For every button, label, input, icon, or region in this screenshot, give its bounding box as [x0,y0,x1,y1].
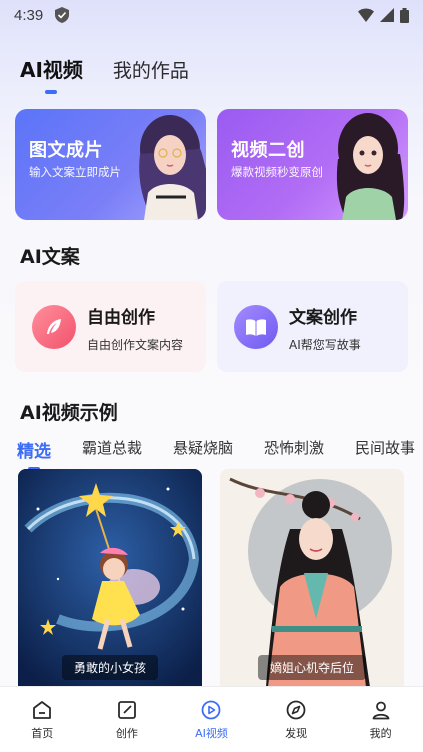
user-icon [372,701,390,720]
feather-icon [32,305,76,349]
girl-portrait-illustration [139,115,206,220]
category-tab-horror[interactable]: 恐怖刺激 [264,437,324,462]
girl-portrait-illustration [336,113,405,220]
tab-label: AI视频 [20,58,83,82]
tab-indicator [45,90,58,94]
example-caption: 嫡姐心机夺后位 [257,655,367,680]
bottom-nav: 首页 创作 AI视频 发现 我的 [0,686,423,752]
status-bar: 4:39 [0,0,423,30]
signal-icon [380,8,394,22]
tab-label: 我的作品 [112,60,189,82]
nav-label: 首页 [31,727,54,740]
category-tab-ceo[interactable]: 霸道总裁 [82,437,142,462]
section-title-ai-copy: AI文案 [20,246,80,268]
example-card-scheming-sister[interactable]: 嫡姐心机夺后位 [220,469,404,687]
shield-icon [55,7,70,23]
nav-discover[interactable]: 发现 [254,687,339,752]
category-label: 悬疑烧脑 [173,439,234,457]
copy-card-copy-creation[interactable]: 文案创作 AI帮您写故事 [217,281,408,372]
example-card-brave-girl[interactable]: 勇敢的小女孩 [18,469,202,687]
edit-icon [117,701,136,719]
copy-card-title: 文案创作 [289,308,357,328]
nav-label: 发现 [285,727,308,740]
category-tab-featured[interactable]: 精选 [17,437,51,471]
hero-title: 图文成片 [29,140,103,161]
nav-label: AI视频 [195,727,228,740]
hero-subtitle: 爆款视频秒变原创 [231,165,323,179]
copy-card-subtitle: 自由创作文案内容 [87,338,184,352]
category-label: 霸道总裁 [82,439,143,457]
category-tab-folk-tales[interactable]: 民间故事 [355,437,415,462]
battery-icon [400,7,409,23]
tab-ai-video[interactable]: AI视频 [20,54,83,94]
hero-title: 视频二创 [231,140,305,161]
book-icon [234,305,278,349]
status-time: 4:39 [14,6,44,24]
copy-card-subtitle: AI帮您写故事 [289,338,361,352]
section-title-video-examples: AI视频示例 [20,402,118,424]
nav-label: 创作 [115,727,138,740]
status-icons [358,7,409,23]
nav-create[interactable]: 创作 [85,687,170,752]
example-caption: 勇敢的小女孩 [61,655,159,680]
copy-card-title: 自由创作 [87,308,155,328]
category-tabs: 精选 霸道总裁 悬疑烧脑 恐怖刺激 民间故事 [17,437,423,471]
hero-card-image-to-video[interactable]: 图文成片 输入文案立即成片 [15,109,206,220]
home-icon [33,701,52,719]
nav-home[interactable]: 首页 [0,687,85,752]
category-label: 民间故事 [355,439,416,457]
play-circle-icon [202,700,221,720]
top-tabs: AI视频 我的作品 [20,54,189,94]
hero-subtitle: 输入文案立即成片 [29,165,121,179]
category-tab-mystery[interactable]: 悬疑烧脑 [173,437,233,462]
nav-label: 我的 [369,727,392,740]
nav-ai-video[interactable]: AI视频 [169,687,254,752]
wifi-icon [358,8,374,22]
compass-icon [286,700,306,720]
copy-card-free-creation[interactable]: 自由创作 自由创作文案内容 [15,281,206,372]
category-label: 恐怖刺激 [264,439,325,457]
nav-me[interactable]: 我的 [338,687,423,752]
category-label: 精选 [17,442,51,462]
tab-my-works[interactable]: 我的作品 [113,56,189,83]
hero-card-video-remix[interactable]: 视频二创 爆款视频秒变原创 [217,109,408,220]
